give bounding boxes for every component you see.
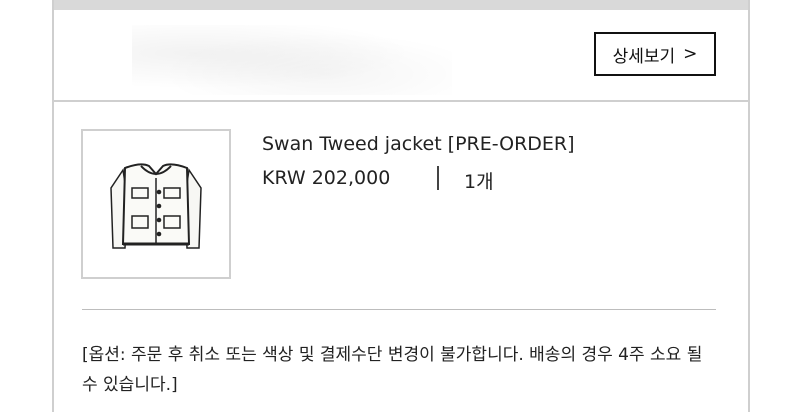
product-thumbnail[interactable] [81, 129, 231, 279]
view-details-button[interactable]: 상세보기 > [594, 32, 716, 76]
product-price: KRW 202,000 [262, 167, 391, 189]
order-notice: [옵션: 주문 후 취소 또는 색상 및 결제수단 변경이 불가합니다. 배송의… [82, 345, 703, 395]
tweed-jacket-image [110, 163, 202, 249]
view-details-label: 상세보기 [612, 46, 676, 67]
chevron-right-icon: > [683, 44, 698, 64]
section-divider [82, 309, 716, 310]
product-name[interactable]: Swan Tweed jacket [PRE-ORDER] [262, 133, 575, 155]
blurred-header-content [132, 25, 452, 95]
product-quantity: 1개 [464, 171, 494, 193]
price-quantity-divider [437, 166, 439, 190]
